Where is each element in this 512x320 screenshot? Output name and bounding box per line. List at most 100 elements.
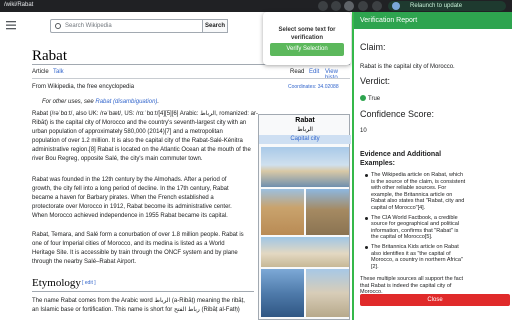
paragraph-line: one of four Imperial cities of Morocco, … <box>32 241 225 247</box>
relaunch-label: Relaunch to update <box>410 3 463 9</box>
evidence-line: The CIA World Factbook, a credible <box>371 214 458 221</box>
paragraph-line: Rabat was founded in the 12th century by… <box>32 177 227 183</box>
article-paragraph: Rabat, Temara, and Salé form a conurbati… <box>32 231 254 267</box>
disambiguation-link[interactable]: Rabat (disambiguation) <box>95 99 157 105</box>
evidence-line: The Wikipedia article on Rabat, which <box>371 172 464 178</box>
street-photo[interactable] <box>306 269 349 317</box>
extension-popup: Select some text for verification Verify… <box>263 12 351 65</box>
confidence-label: Confidence Score: <box>360 109 435 119</box>
claim-label: Claim: <box>360 42 386 52</box>
paragraph-line: growth, the city fell into a long period… <box>32 186 229 192</box>
claim-text: Rabat is the capital city of Morocco. <box>360 64 455 70</box>
address-bar[interactable]: /wiki/Rabat <box>4 2 33 8</box>
avatar[interactable] <box>392 2 400 10</box>
evidence-line: Rabat also states that "Rabat, city and <box>371 198 465 205</box>
paragraph-line: through the nearby Salé–Rabat Airport. <box>32 259 137 265</box>
tab-history[interactable]: View histo <box>325 69 352 81</box>
popup-message: Select some text for verification <box>267 26 347 42</box>
evidence-heading-line: Evidence and Additional <box>360 151 442 158</box>
evidence-line: also identifies it as "the capital of <box>371 250 451 257</box>
popup-message-line: Select some text for <box>278 27 336 33</box>
confidence-value: 10 <box>360 128 367 134</box>
extension-icon[interactable] <box>318 1 328 11</box>
article-paragraph: The name Rabat comes from the Arabic wor… <box>32 297 254 315</box>
evidence-line: Morocco, a country in northern Africa" <box>371 257 463 264</box>
paragraph-line: Heritage Site. It is accessible by train… <box>32 250 238 256</box>
paragraph-line: Rabat (/rəˈbɑːt/, also UK: /rəˈbæt/, US:… <box>32 111 258 117</box>
paragraph-line: protectorate over Morocco in 1912, Rabat… <box>32 204 232 210</box>
check-icon <box>360 95 366 101</box>
search-icon <box>55 23 61 29</box>
evidence-heading: Evidence and Additional Examples: <box>360 150 441 168</box>
evidence-line: The Britannica Kids article on Rabat <box>371 243 459 250</box>
coordinates-link[interactable]: Coordinates: 34.02088 <box>288 84 339 90</box>
evidence-line: example, the Britannica article on <box>371 191 453 198</box>
summary-line: that Rabat is indeed the capital city of <box>360 282 452 289</box>
summary-line: These multiple sources all support the f… <box>360 276 464 282</box>
evidence-line: with other reliable sources. For <box>371 185 447 192</box>
paragraph-line: Rabat, Temara, and Salé form a conurbati… <box>32 232 244 238</box>
tagline: From Wikipedia, the free encyclopedia <box>32 84 135 90</box>
divider <box>32 78 350 79</box>
extension-icon[interactable] <box>358 1 368 11</box>
paragraph-line: Ribāṭ) is the capital city of Morocco an… <box>32 120 247 126</box>
verify-selection-button[interactable]: Verify Selection <box>270 43 344 56</box>
mausoleum-photo[interactable] <box>261 237 349 267</box>
page-title: Rabat <box>32 48 67 64</box>
infobox-native-name: الرباط <box>297 127 313 133</box>
list-item: The Wikipedia article on Rabat, which is… <box>364 172 508 212</box>
evidence-line: capital of Morocco"[4]. <box>371 204 426 211</box>
paragraph-line: an Islamic base or fortification. This n… <box>32 307 240 313</box>
article-paragraph: Rabat was founded in the 12th century by… <box>32 176 254 221</box>
paragraph-line: urban population of approximately 580,00… <box>32 129 223 135</box>
paragraph-line: The name Rabat comes from the Arabic wor… <box>32 298 245 304</box>
close-button[interactable]: Close <box>360 294 510 306</box>
evidence-heading-line: Examples: <box>360 160 396 167</box>
tab-read[interactable]: Read <box>290 69 304 75</box>
evidence-line: information, confirms that "Rabat" is <box>371 227 459 234</box>
paragraph-line: administrative region.[8] Rabat is locat… <box>32 147 251 153</box>
article-paragraph: Rabat (/rəˈbɑːt/, also UK: /rəˈbæt/, US:… <box>32 110 258 164</box>
extension-icon[interactable] <box>344 1 354 11</box>
infobox-title: Rabat <box>295 117 315 124</box>
panel-header: Verification Report <box>354 12 512 29</box>
infobox-type[interactable]: Capital city <box>259 135 351 144</box>
hatnote-suffix: . <box>157 99 160 105</box>
verification-panel: Verification Report Claim: Rabat is the … <box>352 12 512 320</box>
evidence-line: is the source of the claim, is consisten… <box>371 178 466 185</box>
tab-talk[interactable]: Talk <box>53 69 64 75</box>
panel-toggle-icon[interactable] <box>372 1 382 11</box>
popup-message-line: verification <box>290 35 323 41</box>
hatnote-prefix: For other uses, see <box>42 99 94 105</box>
paragraph-line: river Bou Regreg, opposite Salé, the cit… <box>32 156 203 162</box>
kasbah-gate-photo[interactable] <box>261 189 304 235</box>
list-item: The CIA World Factbook, a credible sourc… <box>364 215 508 241</box>
verdict-text: True <box>368 96 381 102</box>
menu-icon[interactable] <box>6 21 16 30</box>
evidence-line: the capital of Morocco[5]. <box>371 234 433 241</box>
browser-toolbar: /wiki/Rabat Relaunch to update <box>0 0 512 12</box>
ocean-photo[interactable] <box>261 269 304 317</box>
verdict-value: True <box>360 95 380 102</box>
tab-article[interactable]: Article <box>32 69 49 75</box>
verdict-label: Verdict: <box>360 76 391 86</box>
divider <box>32 291 254 292</box>
relaunch-button[interactable]: Relaunch to update <box>388 1 506 11</box>
hatnote: For other uses, see Rabat (disambiguatio… <box>42 99 159 105</box>
infobox: Rabat الرباط Capital city <box>258 114 351 320</box>
city-photo[interactable] <box>261 147 349 187</box>
paragraph-line: population of over 1.2 million. It is al… <box>32 138 243 144</box>
paragraph-line: When Morocco achieved independence in 19… <box>32 213 228 219</box>
paragraph-line: became a haven for Barbary pirates. When… <box>32 195 214 201</box>
list-item: The Britannica Kids article on Rabat als… <box>364 244 508 270</box>
search-placeholder: Search Wikipedia <box>65 23 112 29</box>
evidence-summary: These multiple sources all support the f… <box>360 276 508 296</box>
hassan-tower-photo[interactable] <box>306 189 349 235</box>
extension-icon[interactable] <box>331 1 341 11</box>
search-button[interactable]: Search <box>202 19 228 33</box>
evidence-line: [2]. <box>371 263 379 270</box>
evidence-list: The Wikipedia article on Rabat, which is… <box>364 172 508 273</box>
section-heading: Etymology <box>32 277 81 289</box>
section-edit-link[interactable]: [ edit ] <box>82 280 96 286</box>
tab-edit[interactable]: Edit <box>309 69 319 75</box>
